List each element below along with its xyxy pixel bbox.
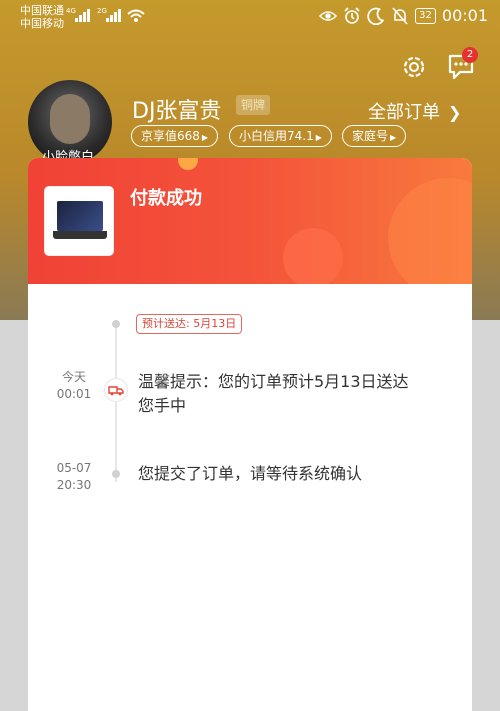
product-thumbnail[interactable] — [44, 186, 114, 256]
carrier-1: 中国联通 — [20, 4, 64, 17]
timeline-time: 20:30 — [56, 478, 92, 492]
tag-label: 小白信用74.1 — [239, 129, 314, 143]
status-time: 00:01 — [441, 6, 488, 25]
decor-bubble — [388, 178, 472, 284]
decor-bubble — [178, 158, 198, 170]
timeline-entry-text: 您提交了订单，请等待系统确认 — [138, 462, 362, 486]
timeline-day: 今天 — [61, 370, 86, 384]
timeline-text-line: 您手中 — [138, 396, 187, 415]
signal-icon-2 — [106, 9, 121, 22]
status-right: 32 00:01 — [319, 6, 488, 25]
carrier-info: 中国联通 中国移动 — [20, 4, 64, 30]
battery-indicator: 32 — [415, 7, 436, 24]
timeline-date: 今天 00:01 — [46, 369, 102, 403]
tag-label: 京享值668 — [141, 129, 200, 143]
timeline-day: 05-07 — [56, 461, 92, 475]
laptop-image — [57, 201, 103, 231]
all-orders-link[interactable]: 全部订单 ❯ — [368, 98, 461, 124]
status-bar: 中国联通 中国移动 4G 2G 32 00:01 — [0, 0, 500, 34]
caret-right-icon: ▶ — [315, 133, 322, 142]
payment-success-card: 付款成功 预计送达: 5月13日 今天 00:01 温馨提示：您的订单预计5月1… — [28, 158, 472, 711]
timeline-date: 05-07 20:30 — [46, 460, 102, 494]
decor-bubble — [283, 228, 343, 284]
delivery-truck-icon — [104, 378, 128, 402]
all-orders-label: 全部订单 — [368, 102, 440, 123]
payment-success-title: 付款成功 — [130, 188, 202, 209]
tag-xiaobai-credit[interactable]: 小白信用74.1 ▶ — [229, 125, 332, 147]
settings-gear-icon[interactable] — [399, 52, 429, 82]
signal-icon-1 — [75, 9, 90, 22]
tag-family-account[interactable]: 家庭号 ▶ — [342, 125, 407, 147]
caret-right-icon: ▶ — [390, 133, 397, 142]
mute-bell-icon — [392, 6, 408, 25]
member-rank-badge[interactable]: 铜牌 — [236, 95, 271, 115]
timeline-dot — [112, 320, 120, 328]
avatar-face-image — [50, 94, 90, 144]
eta-badge: 预计送达: 5月13日 — [136, 314, 243, 334]
timeline-line — [115, 322, 117, 482]
tag-label: 家庭号 — [352, 129, 389, 143]
eye-icon — [319, 10, 338, 21]
username: DJ张富贵 — [132, 99, 222, 124]
timeline-dot — [112, 470, 120, 478]
timeline-time: 00:01 — [56, 387, 92, 401]
card-header: 付款成功 — [28, 158, 472, 284]
caret-right-icon: ▶ — [201, 133, 209, 142]
laptop-base — [53, 231, 107, 239]
tag-jingxiang-value[interactable]: 京享值668 ▶ — [131, 125, 219, 147]
timeline-entry-text: 温馨提示：您的订单预计5月13日送达 您手中 — [138, 370, 409, 418]
alarm-icon — [344, 6, 360, 24]
chevron-right-icon: ❯ — [448, 103, 462, 122]
wifi-icon — [127, 9, 145, 22]
timeline-text-line: 您提交了订单，请等待系统确认 — [138, 464, 363, 483]
timeline-text-line: 温馨提示：您的订单预计5月13日送达 — [138, 372, 409, 391]
moon-icon — [367, 7, 385, 25]
carrier-2: 中国移动 — [20, 17, 64, 30]
message-count-badge: 2 — [462, 47, 478, 63]
